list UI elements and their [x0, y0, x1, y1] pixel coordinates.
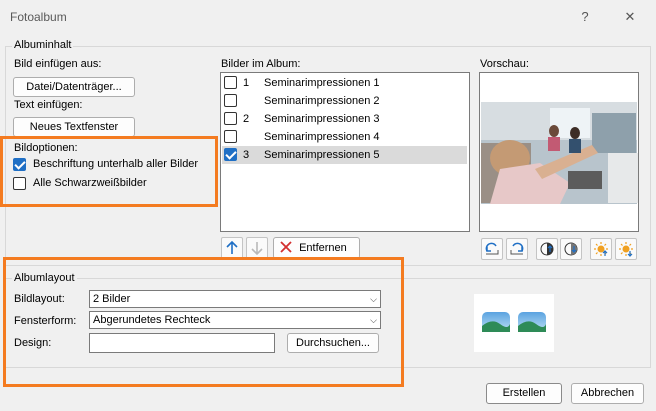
brightness-up-icon	[594, 242, 608, 256]
picture-layout-select[interactable]: 2 Bilder ⌵	[89, 290, 381, 308]
list-item-number: 1	[243, 77, 250, 89]
list-item[interactable]: Seminarimpressionen 4	[222, 128, 467, 146]
list-item-number: 3	[243, 149, 250, 161]
insert-text-label: Text einfügen:	[14, 99, 83, 111]
frame-shape-label: Fensterform:	[14, 315, 77, 327]
arrow-up-icon	[226, 240, 238, 254]
list-item[interactable]: 1 Seminarimpressionen 1	[222, 74, 467, 92]
contrast-down-icon	[564, 242, 578, 256]
grayscale-label: Alle Schwarzweißbilder	[33, 177, 147, 189]
list-item-checkbox[interactable]	[224, 148, 237, 161]
list-item-name: Seminarimpressionen 5	[264, 149, 380, 161]
brightness-down-button[interactable]	[615, 238, 637, 260]
new-textbox-button[interactable]: Neues Textfenster	[13, 117, 135, 137]
list-item-name: Seminarimpressionen 1	[264, 77, 380, 89]
red-x-icon	[280, 241, 292, 253]
list-item-checkbox[interactable]	[224, 130, 237, 143]
album-layout-legend: Albumlayout	[12, 272, 77, 284]
list-item-number: 2	[243, 113, 250, 125]
close-button[interactable]: ✕	[616, 6, 644, 28]
insert-image-label: Bild einfügen aus:	[14, 58, 102, 70]
title-bar: Fotoalbum ? ✕	[0, 0, 656, 34]
list-item-name: Seminarimpressionen 4	[264, 131, 380, 143]
list-item[interactable]: 3 Seminarimpressionen 5	[222, 146, 467, 164]
remove-button[interactable]: Entfernen	[273, 237, 360, 259]
move-up-button[interactable]	[221, 237, 243, 259]
list-item-checkbox[interactable]	[224, 112, 237, 125]
image-options-label: Bildoptionen:	[14, 142, 78, 154]
chevron-down-icon: ⌵	[370, 315, 377, 325]
list-item-checkbox[interactable]	[224, 94, 237, 107]
browse-button[interactable]: Durchsuchen...	[287, 333, 379, 353]
arrow-down-icon	[251, 242, 263, 256]
contrast-down-button[interactable]	[560, 238, 582, 260]
grayscale-checkbox[interactable]	[13, 177, 26, 190]
caption-below-label: Beschriftung unterhalb aller Bilder	[33, 158, 199, 170]
brightness-down-icon	[619, 242, 633, 257]
frame-shape-select[interactable]: Abgerundetes Rechteck ⌵	[89, 311, 381, 329]
file-disk-button[interactable]: Datei/Datenträger...	[13, 77, 135, 97]
list-item-checkbox[interactable]	[224, 76, 237, 89]
list-item[interactable]: 2 Seminarimpressionen 3	[222, 110, 467, 128]
move-down-button[interactable]	[246, 237, 268, 259]
pictures-list[interactable]: 1 Seminarimpressionen 1 Seminarimpressio…	[220, 72, 470, 232]
caption-below-checkbox[interactable]	[13, 158, 26, 171]
brightness-up-button[interactable]	[590, 238, 612, 260]
rotate-left-icon	[485, 242, 499, 255]
create-button[interactable]: Erstellen	[486, 383, 562, 404]
rotate-right-icon	[510, 242, 524, 255]
preview-label: Vorschau:	[480, 58, 529, 70]
layout-preview	[474, 294, 554, 352]
window-title: Fotoalbum	[10, 10, 67, 24]
picture-layout-label: Bildlayout:	[14, 293, 65, 305]
contrast-up-icon	[540, 242, 554, 256]
chevron-down-icon: ⌵	[370, 294, 377, 304]
rotate-left-button[interactable]	[481, 238, 503, 260]
preview-frame	[479, 72, 639, 232]
list-item-name: Seminarimpressionen 2	[264, 95, 380, 107]
design-label: Design:	[14, 337, 52, 349]
design-input[interactable]	[89, 333, 275, 353]
seminar-photo	[480, 73, 638, 231]
list-item[interactable]: Seminarimpressionen 2	[222, 92, 467, 110]
list-item-name: Seminarimpressionen 3	[264, 113, 380, 125]
rotate-right-button[interactable]	[506, 238, 528, 260]
landscape-thumbnail-icon	[482, 312, 546, 332]
help-button[interactable]: ?	[571, 6, 599, 28]
pictures-list-label: Bilder im Album:	[221, 58, 301, 70]
contrast-up-button[interactable]	[536, 238, 558, 260]
cancel-button[interactable]: Abbrechen	[571, 383, 644, 404]
album-content-legend: Albuminhalt	[12, 39, 74, 51]
